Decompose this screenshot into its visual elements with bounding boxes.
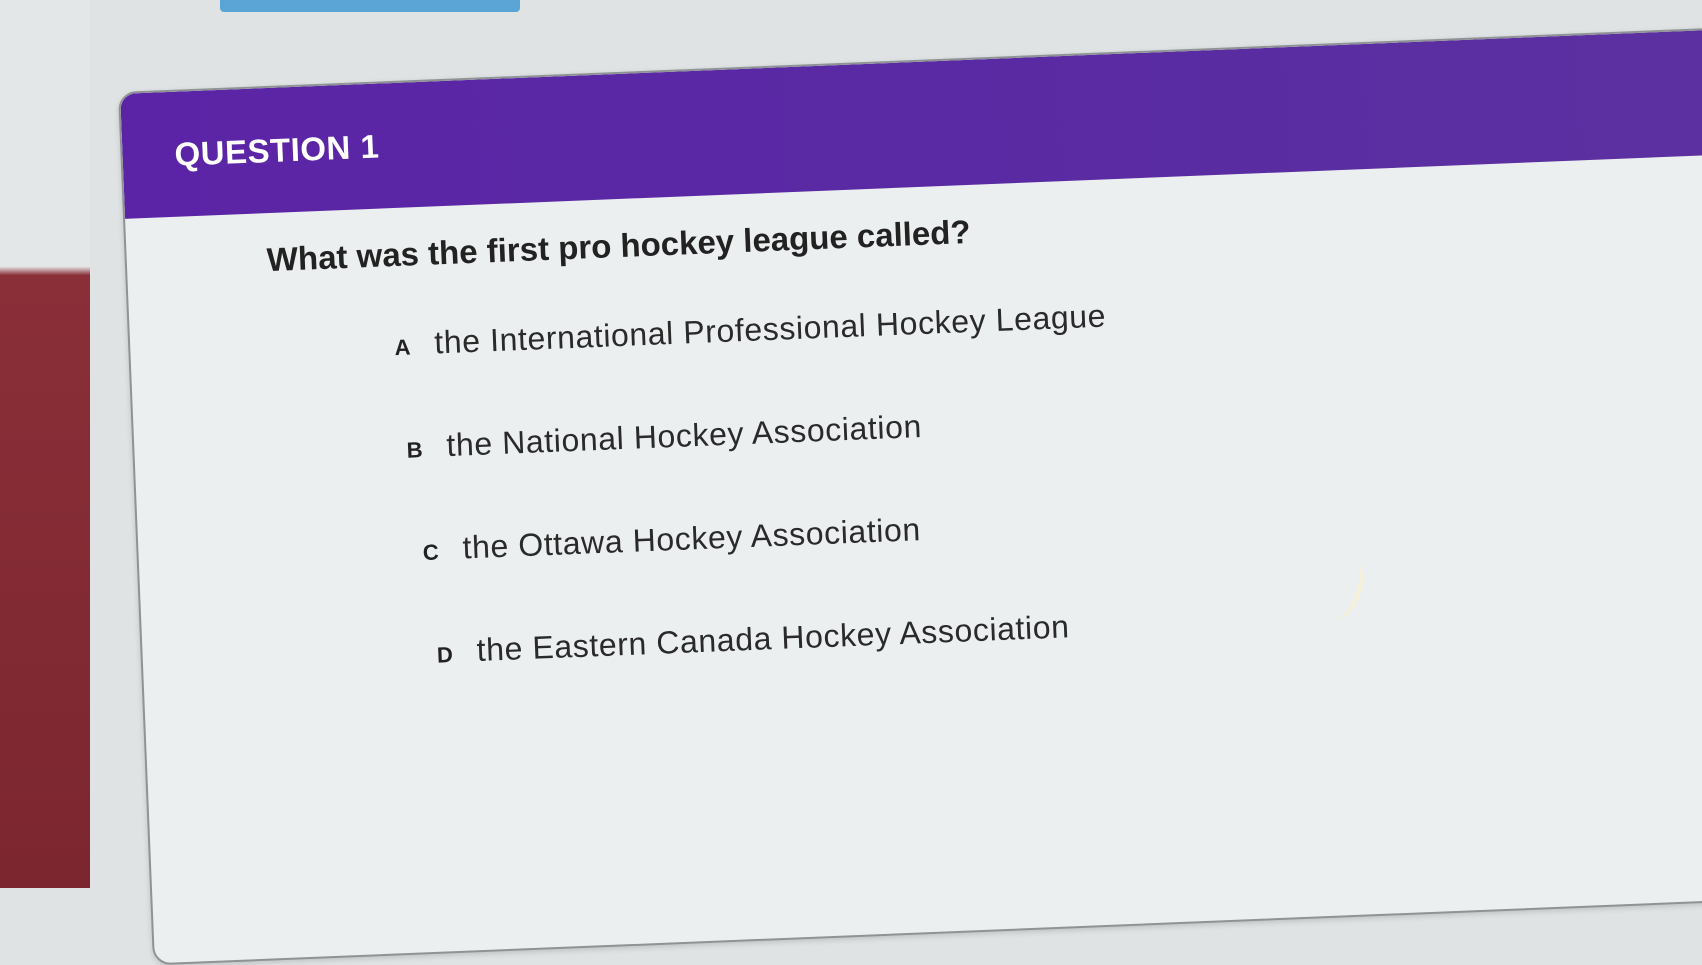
question-body: What was the first pro hockey league cal… bbox=[125, 153, 1702, 682]
background-left-edge bbox=[0, 0, 90, 888]
option-letter: D bbox=[436, 642, 454, 668]
answer-option-c[interactable]: C the Ottawa Hockey Association bbox=[374, 477, 1702, 570]
option-text: the International Professional Hockey Le… bbox=[433, 297, 1107, 361]
answer-option-a[interactable]: A the International Professional Hockey … bbox=[346, 271, 1702, 365]
answer-option-b[interactable]: B the National Hockey Association bbox=[358, 374, 1702, 468]
answer-option-d[interactable]: D the Eastern Canada Hockey Association bbox=[388, 580, 1702, 673]
question-card: QUESTION 1 What was the first pro hockey… bbox=[118, 26, 1702, 965]
top-accent-bar bbox=[220, 0, 520, 12]
option-text: the National Hockey Association bbox=[445, 408, 923, 464]
option-letter: B bbox=[406, 437, 424, 463]
option-letter: C bbox=[422, 539, 440, 566]
question-number-label: QUESTION 1 bbox=[173, 127, 380, 173]
answer-options: A the International Professional Hockey … bbox=[270, 271, 1702, 677]
option-text: the Eastern Canada Hockey Association bbox=[475, 608, 1071, 669]
option-letter: A bbox=[394, 334, 411, 361]
option-text: the Ottawa Hockey Association bbox=[461, 511, 922, 566]
